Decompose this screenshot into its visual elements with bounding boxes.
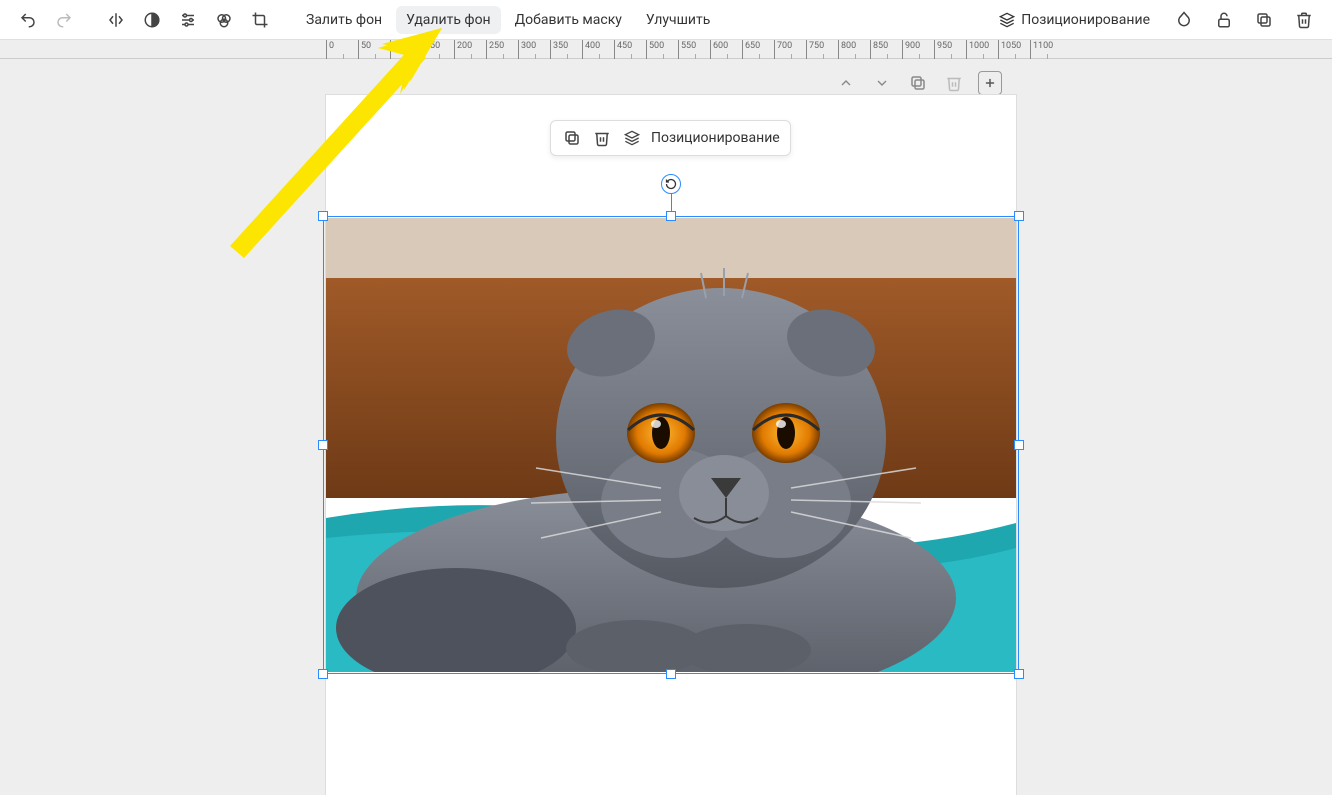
- undo-button[interactable]: [12, 4, 44, 36]
- ruler-tick: 700: [774, 40, 806, 59]
- rotation-handle[interactable]: [661, 174, 681, 194]
- color-filter-button[interactable]: [208, 4, 240, 36]
- ruler-tick: 900: [902, 40, 934, 59]
- layers-icon: [999, 12, 1015, 28]
- main-toolbar: Залить фон Удалить фон Добавить маску Ул…: [0, 0, 1332, 40]
- layer-up-button[interactable]: [834, 71, 858, 95]
- context-duplicate-button[interactable]: [561, 127, 583, 149]
- add-mask-button[interactable]: Добавить маску: [505, 6, 632, 34]
- resize-handle-bottom[interactable]: [666, 669, 676, 679]
- ruler-tick: 1050: [998, 40, 1030, 59]
- ruler-tick: 400: [582, 40, 614, 59]
- ruler-tick: 50: [358, 40, 390, 59]
- ruler-tick: 500: [646, 40, 678, 59]
- resize-handle-left[interactable]: [318, 440, 328, 450]
- layers-icon: [621, 127, 643, 149]
- ruler-tick: 100: [390, 40, 422, 59]
- fill-background-button[interactable]: Залить фон: [296, 6, 392, 34]
- toolbar-left-group: Залить фон Удалить фон Добавить маску Ул…: [12, 4, 720, 36]
- resize-handle-bottom-right[interactable]: [1014, 669, 1024, 679]
- canvas-area: Позиционирование: [0, 59, 1332, 751]
- exposure-button[interactable]: [136, 4, 168, 36]
- ruler-tick: 450: [614, 40, 646, 59]
- lock-button[interactable]: [1208, 4, 1240, 36]
- ruler-tick: 950: [934, 40, 966, 59]
- ruler-tick: 600: [710, 40, 742, 59]
- flip-button[interactable]: [100, 4, 132, 36]
- crop-button[interactable]: [244, 4, 276, 36]
- resize-handle-top[interactable]: [666, 211, 676, 221]
- ruler-tick: 350: [550, 40, 582, 59]
- image-selection[interactable]: [323, 216, 1019, 674]
- ruler-tick: 250: [486, 40, 518, 59]
- ruler-tick: 750: [806, 40, 838, 59]
- remove-background-button[interactable]: Удалить фон: [396, 6, 501, 34]
- redo-button[interactable]: [48, 4, 80, 36]
- context-delete-button[interactable]: [591, 127, 613, 149]
- ruler-tick: 200: [454, 40, 486, 59]
- resize-handle-right[interactable]: [1014, 440, 1024, 450]
- ruler-tick: 650: [742, 40, 774, 59]
- resize-handle-bottom-left[interactable]: [318, 669, 328, 679]
- adjust-sliders-button[interactable]: [172, 4, 204, 36]
- opacity-button[interactable]: [1168, 4, 1200, 36]
- duplicate-button[interactable]: [1248, 4, 1280, 36]
- context-toolbar: Позиционирование: [550, 120, 791, 156]
- ruler-tick: 550: [678, 40, 710, 59]
- ruler-tick: 850: [870, 40, 902, 59]
- selection-border: [323, 216, 1019, 674]
- enhance-button[interactable]: Улучшить: [636, 6, 720, 34]
- add-layer-button[interactable]: [978, 71, 1002, 95]
- delete-layer-button[interactable]: [942, 71, 966, 95]
- positioning-button[interactable]: Позиционирование: [989, 6, 1160, 34]
- positioning-label: Позиционирование: [1021, 12, 1150, 28]
- layer-controls: [834, 71, 1002, 95]
- layer-down-button[interactable]: [870, 71, 894, 95]
- ruler-tick: 1100: [1030, 40, 1062, 59]
- horizontal-ruler: 0501001502002503003504004505005506006507…: [0, 40, 1332, 59]
- copy-layer-button[interactable]: [906, 71, 930, 95]
- ruler-tick: 300: [518, 40, 550, 59]
- toolbar-right-group: Позиционирование: [989, 4, 1320, 36]
- ruler-tick: 0: [326, 40, 358, 59]
- ruler-tick: 150: [422, 40, 454, 59]
- context-positioning-label[interactable]: Позиционирование: [651, 130, 780, 146]
- resize-handle-top-right[interactable]: [1014, 211, 1024, 221]
- ruler-tick: 1000: [966, 40, 998, 59]
- delete-button[interactable]: [1288, 4, 1320, 36]
- ruler-tick: 800: [838, 40, 870, 59]
- resize-handle-top-left[interactable]: [318, 211, 328, 221]
